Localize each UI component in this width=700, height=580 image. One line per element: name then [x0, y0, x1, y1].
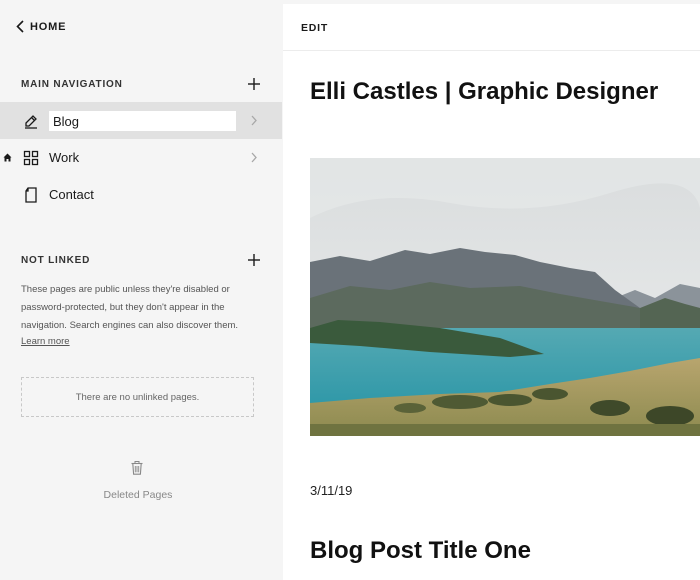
- page-preview: EDIT Elli Castles | Graphic Designer 3/1…: [283, 4, 700, 580]
- homepage-indicator-icon: [3, 153, 12, 162]
- add-page-plus-icon[interactable]: [247, 77, 261, 91]
- chevron-right-icon[interactable]: [250, 152, 258, 163]
- hero-landscape-image: [310, 158, 700, 436]
- post-date: 3/11/19: [310, 483, 353, 498]
- deleted-pages-link[interactable]: Deleted Pages: [0, 489, 276, 501]
- nav-item-contact[interactable]: Contact: [0, 176, 282, 213]
- trash-icon[interactable]: [131, 461, 143, 475]
- edit-button[interactable]: EDIT: [301, 22, 328, 34]
- page-icon: [25, 187, 37, 203]
- nav-item-blog-title-input[interactable]: [49, 111, 236, 131]
- nav-item-work[interactable]: Work: [0, 139, 282, 176]
- chevron-left-icon: [16, 20, 24, 33]
- not-linked-title: NOT LINKED: [21, 254, 91, 266]
- home-label: HOME: [30, 20, 67, 33]
- nav-item-blog[interactable]: [0, 102, 282, 139]
- unlinked-pages-empty-box: There are no unlinked pages.: [21, 377, 254, 417]
- site-title: Elli Castles | Graphic Designer: [310, 78, 659, 105]
- blog-edit-icon: [25, 115, 37, 129]
- post-title[interactable]: Blog Post Title One: [310, 537, 531, 565]
- learn-more-link[interactable]: Learn more: [21, 336, 70, 347]
- home-back-link[interactable]: HOME: [16, 20, 66, 33]
- nav-item-work-label: Work: [49, 150, 80, 165]
- not-linked-description: These pages are public unless they're di…: [21, 284, 239, 331]
- sidebar: HOME MAIN NAVIGATION Work: [0, 0, 282, 580]
- preview-toolbar: EDIT: [283, 4, 700, 51]
- add-unlinked-page-plus-icon[interactable]: [247, 253, 261, 267]
- nav-item-contact-label: Contact: [49, 187, 94, 202]
- grid-icon: [23, 150, 39, 166]
- not-linked-header: NOT LINKED: [21, 253, 261, 267]
- chevron-right-icon[interactable]: [250, 115, 258, 126]
- main-navigation-header: MAIN NAVIGATION: [21, 77, 261, 91]
- empty-message: There are no unlinked pages.: [75, 391, 200, 403]
- main-navigation-title: MAIN NAVIGATION: [21, 78, 123, 90]
